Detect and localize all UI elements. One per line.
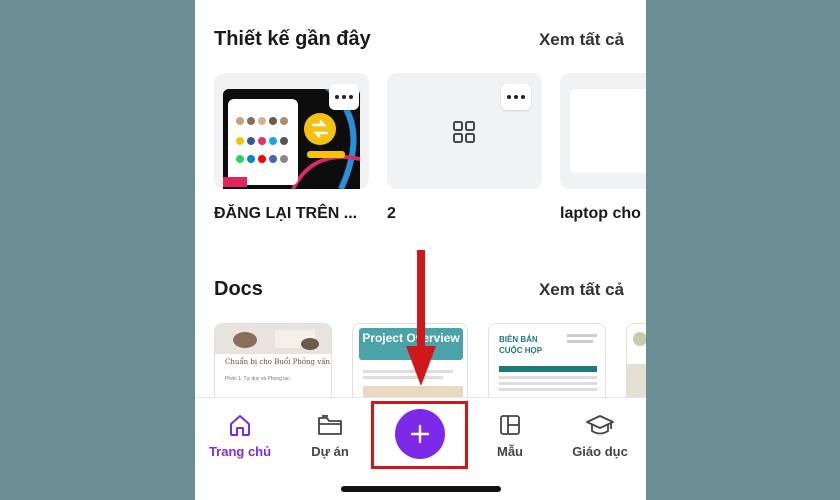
nav-education-label: Giáo dục [572,444,628,459]
nav-projects[interactable]: Dự án [290,412,370,459]
recent-design-label-3: laptop cho [560,205,641,222]
recent-see-all-link[interactable]: Xem tất cả [539,30,624,50]
recent-design-label-2: 2 [387,205,396,222]
doc-card-3[interactable]: BIÊN BẢN CUỘC HỌP [488,323,606,403]
recent-design-label-1: ĐĂNG LẠI TRÊN ... [214,205,358,222]
plus-icon [410,424,430,444]
recent-designs-title: Thiết kế gần đây [214,28,371,50]
recent-designs-header: Thiết kế gần đây Xem tất cả [214,28,624,51]
nav-templates[interactable]: Mẫu [470,412,550,459]
nav-projects-label: Dự án [311,444,349,459]
folder-icon [318,415,342,435]
doc-heading-3: BIÊN BẢN CUỘC HỌP [499,335,543,355]
nav-home[interactable]: Trang chủ [200,412,280,459]
home-icon [230,415,250,436]
doc-heading-1: Chuẩn bị cho Buổi Phỏng vấn [225,358,331,366]
doc-card-4[interactable] [626,323,646,403]
recent-design-card-2[interactable] [387,73,542,189]
create-design-button[interactable] [395,409,445,459]
design-thumbnail-blank [570,89,646,173]
recent-design-card-3[interactable] [560,73,646,189]
annotation-arrow-icon [406,250,436,386]
nav-home-label: Trang chủ [208,444,272,459]
home-indicator [341,486,501,492]
more-options-button-2[interactable] [501,84,531,110]
doc-card-1[interactable]: Chuẩn bị cho Buổi Phỏng vấn Phần 1: Tự d… [214,323,332,403]
grid-layout-icon [453,121,475,143]
docs-see-all-link[interactable]: Xem tất cả [539,280,624,300]
bottom-navigation: Trang chủ Dự án Mẫu Giáo dục [195,397,646,500]
doc-sub-1: Phần 1: Tự duy và Phong lạc [225,376,290,382]
docs-title: Docs [214,278,263,300]
nav-templates-label: Mẫu [497,444,523,459]
nav-education[interactable]: Giáo dục [560,412,640,459]
more-options-button-1[interactable] [329,84,359,110]
graduation-cap-icon [586,415,614,435]
template-icon [500,415,520,435]
